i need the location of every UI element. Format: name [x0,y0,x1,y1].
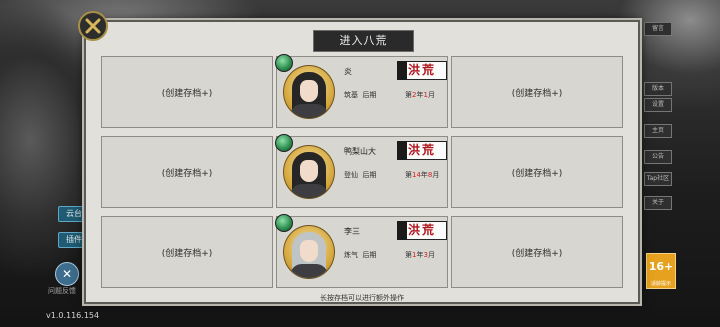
game-date: 第1年3月 [405,250,435,260]
date-prefix: 第 [405,251,412,259]
date-prefix: 第 [405,91,412,99]
right-tab-3[interactable]: 主页 [644,124,672,138]
save-slot-1[interactable]: 鸭梨山大 洪荒 登仙 后期 第14年8月 [275,134,448,208]
game-date: 第2年1月 [405,90,435,100]
date-year: 14 [412,171,421,179]
stage-text: 后期 [362,251,377,259]
create-save-slot[interactable]: (创建存档+) [451,136,623,208]
close-x-icon [85,18,101,34]
difficulty-badge: 洪荒 [397,141,447,160]
character-portrait [283,225,335,279]
right-tab-4[interactable]: 公告 [644,150,672,164]
date-prefix: 第 [405,171,412,179]
difficulty-badge: 洪荒 [397,221,447,240]
portrait-face [300,240,318,262]
character-name: 鸭梨山大 [344,147,376,156]
right-tab-0[interactable]: 留言 [644,22,672,36]
dialog-title: 进入八荒 [313,30,414,52]
date-month-suffix: 月 [427,91,435,99]
age-rating-text: 16+ [648,260,674,273]
close-button[interactable] [78,11,108,41]
stage-text: 后期 [362,91,377,99]
realm-text: 炼气 [344,251,358,259]
create-save-slot[interactable]: (创建存档+) [451,216,623,288]
age-rating-badge: 16+ 适龄提示 [646,253,676,289]
create-save-slot[interactable]: (创建存档+) [451,56,623,128]
right-tab-7[interactable]: Tap社区 [644,172,672,186]
realm-text: 登仙 [344,171,358,179]
version-label: v1.0.116.154 [46,311,100,320]
difficulty-badge: 洪荒 [397,61,447,80]
portrait-robe [290,264,328,278]
character-portrait [283,65,335,119]
cultivation-realm: 筑基 后期 [344,90,376,100]
right-tab-8[interactable]: 关于 [644,196,672,210]
cultivation-realm: 炼气 后期 [344,250,376,260]
create-save-slot[interactable]: (创建存档+) [101,216,273,288]
jade-gem-icon [275,134,293,152]
portrait-face [300,160,318,182]
feedback-label: 问题反馈 [48,287,76,295]
portrait-robe [290,104,328,118]
realm-text: 筑基 [344,91,358,99]
wrench-icon: ✕ [61,267,73,281]
age-rating-subtext: 适龄提示 [650,281,671,287]
jade-gem-icon [275,214,293,232]
create-save-slot[interactable]: (创建存档+) [101,56,273,128]
save-slot-0[interactable]: 炎 洪荒 筑基 后期 第2年1月 [275,54,448,128]
portrait-face [300,80,318,102]
character-name: 炎 [344,67,352,76]
jade-gem-icon [275,54,293,72]
date-year-suffix: 年 [420,171,428,179]
portrait-robe [290,184,328,198]
feedback-button[interactable]: ✕ [55,262,79,286]
character-name: 李三 [344,227,360,236]
save-slot-2[interactable]: 李三 洪荒 炼气 后期 第1年3月 [275,214,448,288]
game-date: 第14年8月 [405,170,439,180]
character-portrait [283,145,335,199]
date-month-suffix: 月 [432,171,440,179]
create-save-slot[interactable]: (创建存档+) [101,136,273,208]
right-tab-2[interactable]: 设置 [644,98,672,112]
date-month-suffix: 月 [427,251,435,259]
stage-text: 后期 [362,171,377,179]
long-press-hint: 长按存档可以进行额外操作 [320,294,404,302]
right-tab-1[interactable]: 版本 [644,82,672,96]
cultivation-realm: 登仙 后期 [344,170,376,180]
